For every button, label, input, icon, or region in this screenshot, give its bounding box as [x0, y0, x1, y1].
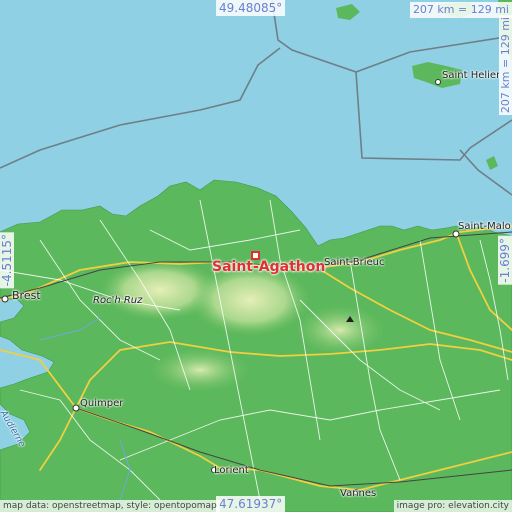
label-saint-helier[interactable]: Saint Helier: [442, 70, 500, 81]
label-saint-malo[interactable]: Saint-Malo: [458, 221, 511, 232]
label-rochruz[interactable]: Roc'h Ruz: [93, 295, 142, 306]
image-attribution: image pro: elevation.city: [393, 500, 512, 512]
highland-east: [295, 305, 385, 355]
vertical-scale: 207 km = 129 mi: [499, 15, 512, 116]
terrain-map[interactable]: [0, 0, 512, 512]
label-saint-agathon[interactable]: Saint-Agathon: [212, 259, 325, 275]
west-coordinate: -4.5115°: [0, 232, 14, 289]
label-lorient[interactable]: Lorient: [214, 465, 249, 476]
map-attribution: map data: openstreetmap, style: opentopo…: [0, 500, 220, 512]
north-coordinate: 49.48085°: [216, 0, 286, 16]
brittany-land: [0, 179, 512, 512]
horizontal-scale: 207 km = 129 mi: [409, 2, 512, 18]
label-brest[interactable]: Brest: [12, 289, 41, 302]
label-saint-brieuc[interactable]: Saint-Brieuc: [324, 257, 385, 268]
label-vannes[interactable]: Vannes: [340, 488, 376, 499]
label-quimper[interactable]: Quimper: [80, 398, 123, 409]
highland-south: [150, 348, 250, 392]
south-coordinate: 47.61937°: [216, 496, 286, 512]
east-coordinate: -1.699°: [498, 236, 512, 285]
location-marker: [251, 251, 260, 260]
